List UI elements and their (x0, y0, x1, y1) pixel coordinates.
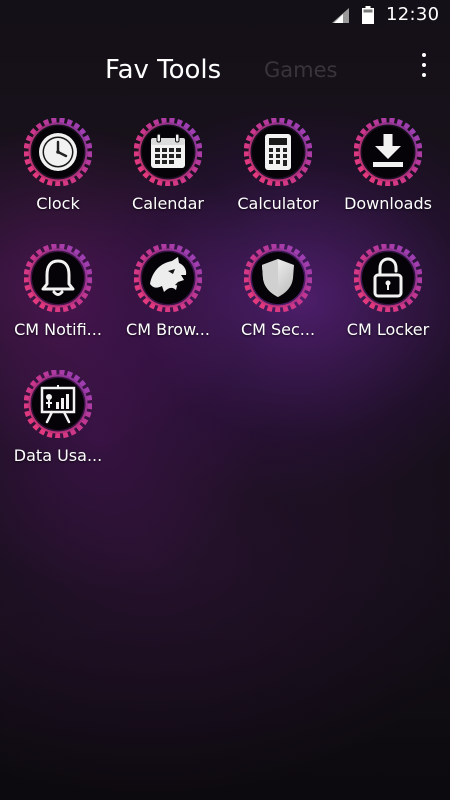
app-cm-locker[interactable]: CM Locker (332, 241, 444, 357)
chart-board-icon (24, 370, 92, 438)
app-label: CM Brow... (126, 320, 210, 339)
clock-icon (24, 118, 92, 186)
app-cm-notifications[interactable]: CM Notifi... (2, 241, 114, 357)
tab-games[interactable]: Games (264, 52, 337, 88)
calendar-icon (134, 118, 202, 186)
panther-icon (134, 244, 202, 312)
cell-signal-icon (332, 8, 349, 23)
app-label: Calendar (132, 194, 204, 213)
shield-icon (244, 244, 312, 312)
overflow-menu-icon[interactable] (414, 50, 434, 82)
app-cm-browser[interactable]: CM Brow... (112, 241, 224, 357)
status-bar: 12:30 (0, 0, 450, 32)
app-label: CM Notifi... (14, 320, 102, 339)
padlock-icon (354, 244, 422, 312)
status-time: 12:30 (386, 4, 440, 25)
app-label: Data Usa... (13, 446, 103, 465)
battery-icon (362, 6, 374, 24)
calculator-icon (244, 118, 312, 186)
app-data-usage[interactable]: Data Usa... (2, 367, 114, 483)
app-clock[interactable]: Clock (2, 115, 114, 231)
app-label: Clock (36, 194, 80, 213)
app-label: Calculator (237, 194, 319, 213)
download-icon (354, 118, 422, 186)
app-calculator[interactable]: Calculator (222, 115, 334, 231)
app-label: CM Locker (346, 320, 430, 339)
app-label: CM Sec... (240, 320, 316, 339)
bell-icon (24, 244, 92, 312)
tab-fav-tools[interactable]: Fav Tools (105, 52, 221, 88)
app-label: Downloads (344, 194, 432, 213)
app-calendar[interactable]: Calendar (112, 115, 224, 231)
app-cm-security[interactable]: CM Sec... (222, 241, 334, 357)
app-downloads[interactable]: Downloads (332, 115, 444, 231)
